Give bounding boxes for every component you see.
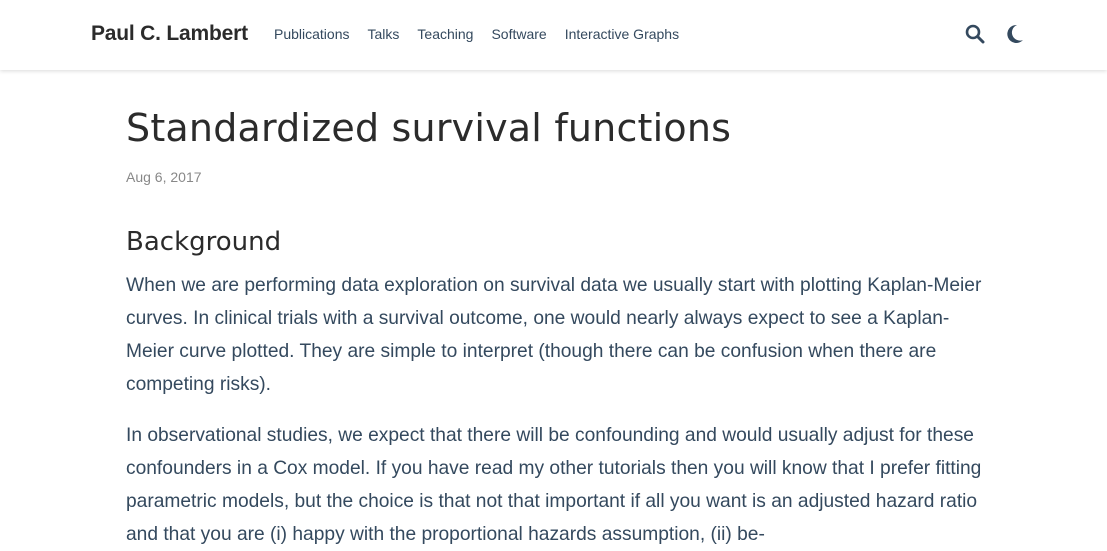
nav-link-teaching[interactable]: Teaching bbox=[417, 26, 473, 42]
nav-link-interactive-graphs[interactable]: Interactive Graphs bbox=[565, 26, 679, 42]
navbar: Paul C. Lambert Publications Talks Teach… bbox=[0, 0, 1107, 70]
dark-mode-toggle[interactable] bbox=[1004, 22, 1026, 46]
paragraph: In observational studies, we expect that… bbox=[126, 425, 982, 545]
nav-icons bbox=[964, 22, 1026, 46]
nav-link-publications[interactable]: Publications bbox=[274, 26, 350, 42]
post-date: Aug 6, 2017 bbox=[126, 169, 202, 185]
page-title: Standardized survival functions bbox=[126, 106, 732, 150]
search-button[interactable] bbox=[964, 22, 986, 46]
site-brand-link[interactable]: Paul C. Lambert bbox=[91, 22, 248, 46]
nav-link-software[interactable]: Software bbox=[491, 26, 546, 42]
search-icon bbox=[965, 24, 985, 44]
nav-links: Publications Talks Teaching Software Int… bbox=[274, 26, 697, 42]
section-heading-background: Background bbox=[126, 227, 282, 257]
paragraph: When we are performing data exploration … bbox=[126, 275, 982, 395]
nav-link-talks[interactable]: Talks bbox=[368, 26, 400, 42]
moon-icon bbox=[1007, 24, 1023, 43]
